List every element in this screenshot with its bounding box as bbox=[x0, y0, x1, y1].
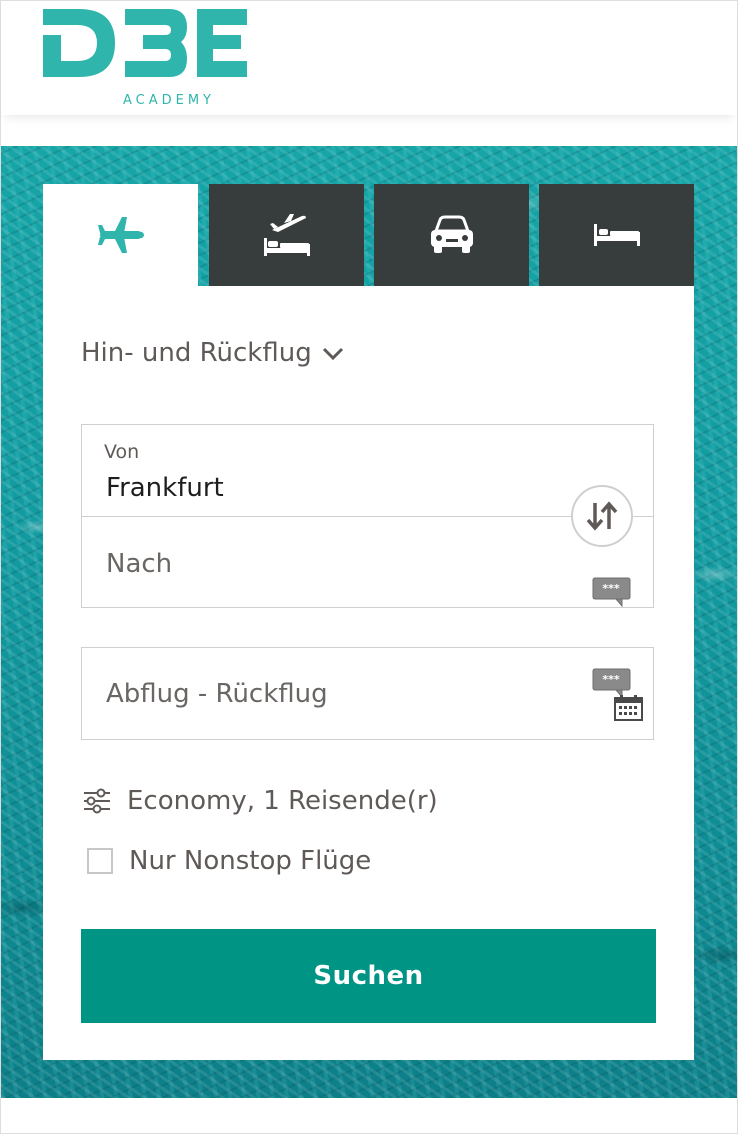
site-header: ACADEMY bbox=[1, 1, 737, 115]
search-button[interactable]: Suchen bbox=[81, 929, 656, 1023]
flight-search-form: Hin- und Rückflug Von Frankfurt Nach ***… bbox=[43, 286, 694, 1060]
plane-departure-bed-icon bbox=[263, 214, 310, 256]
passenger-class-selector[interactable]: Economy, 1 Reisende(r) bbox=[83, 786, 438, 816]
dbe-academy-logo[interactable]: ACADEMY bbox=[41, 5, 251, 111]
passenger-class-label: Economy, 1 Reisende(r) bbox=[127, 786, 438, 816]
to-placeholder: Nach bbox=[106, 549, 173, 579]
swap-arrows-icon bbox=[586, 501, 618, 531]
svg-text:***: *** bbox=[602, 673, 620, 686]
car-icon bbox=[430, 215, 473, 253]
tab-hotel[interactable] bbox=[539, 184, 694, 286]
tab-flight[interactable] bbox=[43, 184, 198, 286]
sliders-icon bbox=[84, 788, 110, 814]
route-fields: Von Frankfurt Nach *** bbox=[81, 424, 654, 608]
dates-placeholder: Abflug - Rückflug bbox=[106, 679, 328, 709]
chevron-down-icon bbox=[322, 338, 344, 368]
from-field[interactable]: Von Frankfurt bbox=[82, 425, 653, 517]
bed-icon bbox=[593, 224, 640, 246]
airplane-icon bbox=[97, 217, 144, 253]
swap-button[interactable] bbox=[571, 485, 633, 547]
calendar-icon bbox=[614, 695, 643, 721]
trip-type-dropdown[interactable]: Hin- und Rückflug bbox=[81, 338, 344, 368]
tab-car[interactable] bbox=[374, 184, 529, 286]
nonstop-checkbox[interactable] bbox=[87, 848, 113, 874]
dates-field[interactable]: Abflug - Rückflug *** bbox=[81, 647, 654, 740]
trip-type-label: Hin- und Rückflug bbox=[81, 338, 312, 368]
svg-text:***: *** bbox=[602, 582, 620, 595]
to-field[interactable]: Nach *** bbox=[82, 517, 653, 609]
tab-flight-hotel[interactable] bbox=[209, 184, 364, 286]
booking-tabs bbox=[43, 184, 694, 286]
logo-subtitle: ACADEMY bbox=[122, 93, 216, 108]
nonstop-label: Nur Nonstop Flüge bbox=[129, 846, 372, 876]
chat-bubble-icon: *** bbox=[592, 577, 631, 607]
from-label: Von bbox=[104, 441, 140, 463]
from-value[interactable]: Frankfurt bbox=[106, 473, 224, 503]
dbe-logo-mark bbox=[43, 9, 247, 77]
nonstop-option[interactable]: Nur Nonstop Flüge bbox=[87, 846, 371, 876]
